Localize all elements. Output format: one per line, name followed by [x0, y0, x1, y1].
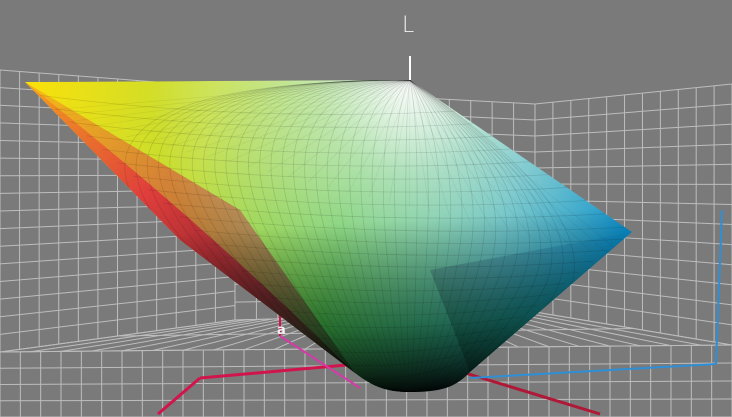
axis-label-l: L [402, 13, 415, 38]
b-axis-minus [461, 370, 601, 416]
b-axis-floor [469, 363, 717, 379]
axis-label-a: a [277, 323, 286, 338]
b-axis-vertical [715, 209, 723, 365]
gamut-solid[interactable] [0, 0, 732, 417]
gamut-scene[interactable] [0, 0, 732, 417]
gamut-3d-viewer[interactable]: L a [0, 0, 732, 417]
